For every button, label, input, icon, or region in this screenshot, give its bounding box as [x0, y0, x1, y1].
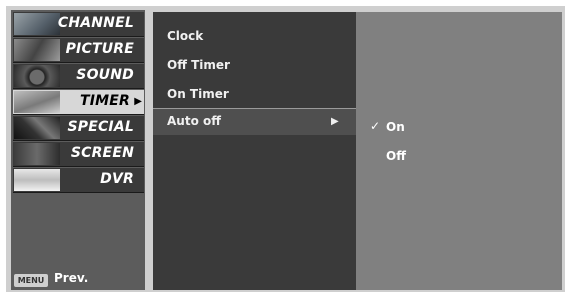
menu-item-label: SCREEN: [70, 145, 134, 161]
main-menu: CHANNEL PICTURE SOUND TIMER ▶ SPECIAL SC…: [11, 10, 145, 290]
menu-key-icon[interactable]: MENU: [14, 274, 48, 287]
auto-off-options: ✓ On Off: [356, 12, 562, 290]
submenu-item-clock[interactable]: Clock: [153, 24, 356, 50]
prev-label: Prev.: [54, 271, 89, 285]
submenu-item-off-timer[interactable]: Off Timer: [153, 53, 356, 79]
submenu-item-label: Clock: [167, 29, 204, 43]
submenu-item-auto-off[interactable]: Auto off ▶: [153, 108, 356, 135]
timer-submenu: Clock Off Timer On Timer Auto off ▶: [153, 12, 356, 290]
menu-item-channel[interactable]: CHANNEL: [13, 12, 144, 37]
checkmark-icon: ✓: [370, 119, 381, 133]
menu-item-label: SPECIAL: [67, 119, 134, 135]
submenu-item-label: Auto off: [167, 114, 221, 128]
menu-item-dvr[interactable]: DVR: [13, 168, 144, 193]
channel-thumbnail-icon: [14, 13, 60, 35]
submenu-item-label: On Timer: [167, 87, 229, 101]
option-on[interactable]: ✓ On: [356, 116, 562, 138]
menu-item-timer[interactable]: TIMER ▶: [13, 90, 144, 115]
special-thumbnail-icon: [14, 117, 60, 139]
option-off[interactable]: Off: [356, 145, 562, 167]
submenu-item-on-timer[interactable]: On Timer: [153, 82, 356, 108]
submenu-item-label: Off Timer: [167, 58, 230, 72]
sidebar-footer: MENU Prev.: [11, 240, 145, 290]
menu-item-label: CHANNEL: [57, 15, 134, 31]
menu-item-label: DVR: [100, 171, 134, 187]
menu-item-special[interactable]: SPECIAL: [13, 116, 144, 141]
sound-thumbnail-icon: [14, 65, 60, 87]
dvr-thumbnail-icon: [14, 169, 60, 191]
right-triangle-icon: ▶: [331, 116, 339, 127]
right-triangle-icon: ▶: [134, 96, 142, 107]
screen-thumbnail-icon: [14, 143, 60, 165]
menu-item-sound[interactable]: SOUND: [13, 64, 144, 89]
option-label: On: [386, 120, 405, 134]
menu-item-label: TIMER: [79, 93, 130, 109]
timer-thumbnail-icon: [14, 91, 60, 113]
menu-item-screen[interactable]: SCREEN: [13, 142, 144, 167]
option-label: Off: [386, 149, 406, 163]
menu-item-picture[interactable]: PICTURE: [13, 38, 144, 63]
menu-item-label: SOUND: [76, 67, 134, 83]
menu-item-label: PICTURE: [65, 41, 134, 57]
picture-thumbnail-icon: [14, 39, 60, 61]
